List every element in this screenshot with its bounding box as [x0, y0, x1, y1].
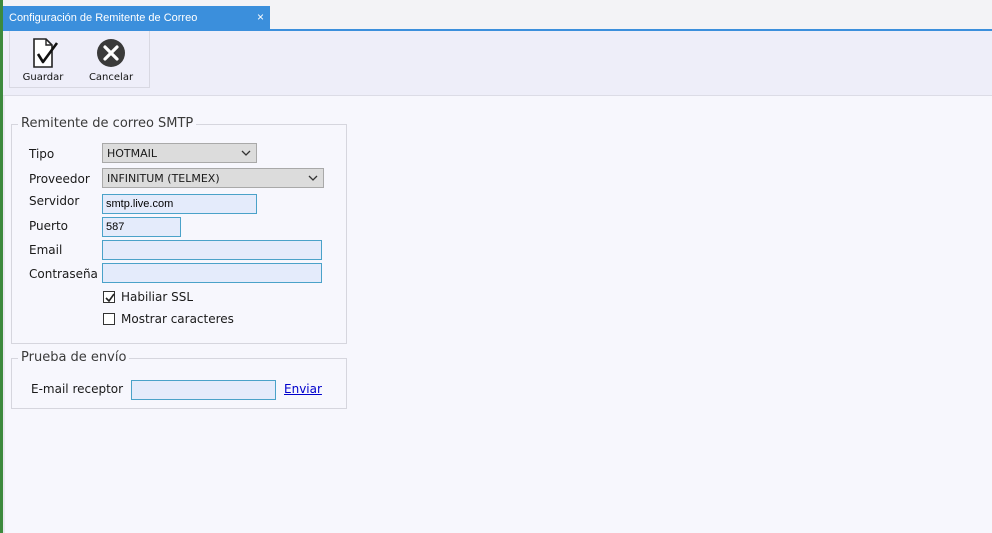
show-chars-checkbox[interactable]	[103, 313, 115, 325]
proveedor-select-value: INFINITUM (TELMEX)	[107, 172, 220, 185]
save-document-check-icon	[33, 38, 59, 68]
toolbar: Guardar Cancelar	[3, 31, 992, 96]
tab-configuracion-remitente[interactable]: Configuración de Remitente de Correo ×	[3, 6, 270, 30]
tab-title: Configuración de Remitente de Correo	[9, 12, 198, 24]
show-chars-checkbox-label: Mostrar caracteres	[121, 312, 234, 326]
tipo-select-value: HOTMAIL	[107, 147, 158, 160]
checkmark-icon	[105, 293, 115, 303]
close-icon[interactable]: ×	[257, 10, 264, 24]
puerto-input[interactable]: 587	[102, 217, 181, 237]
chevron-down-icon	[308, 175, 318, 181]
proveedor-label: Proveedor	[29, 172, 90, 186]
toolbar-group: Guardar Cancelar	[9, 31, 150, 88]
cancel-button-label: Cancelar	[88, 72, 134, 83]
test-group-legend: Prueba de envío	[18, 350, 130, 365]
chevron-down-icon	[241, 150, 251, 156]
servidor-input[interactable]: smtp.live.com	[102, 194, 257, 214]
puerto-label: Puerto	[29, 219, 68, 233]
tipo-select[interactable]: HOTMAIL	[102, 143, 257, 163]
document-tabstrip: Configuración de Remitente de Correo ×	[3, 0, 992, 31]
email-label: Email	[29, 243, 63, 257]
password-label: Contraseña	[29, 267, 98, 281]
receptor-label: E-mail receptor	[31, 382, 124, 396]
cancel-x-circle-icon	[97, 39, 125, 67]
receptor-input[interactable]	[131, 380, 276, 400]
ssl-checkbox-label: Habiliar SSL	[121, 290, 194, 304]
save-button-label: Guardar	[22, 72, 64, 83]
cancel-button[interactable]: Cancelar	[81, 37, 141, 85]
password-input[interactable]	[102, 263, 322, 283]
left-edge-divider	[3, 30, 5, 533]
ssl-checkbox[interactable]	[103, 291, 115, 303]
send-link[interactable]: Enviar	[284, 382, 322, 396]
save-button[interactable]: Guardar	[13, 37, 73, 85]
proveedor-select[interactable]: INFINITUM (TELMEX)	[102, 168, 324, 188]
email-input[interactable]	[102, 240, 322, 260]
tipo-label: Tipo	[29, 147, 55, 161]
servidor-label: Servidor	[29, 194, 80, 208]
smtp-group-legend: Remitente de correo SMTP	[18, 116, 197, 131]
